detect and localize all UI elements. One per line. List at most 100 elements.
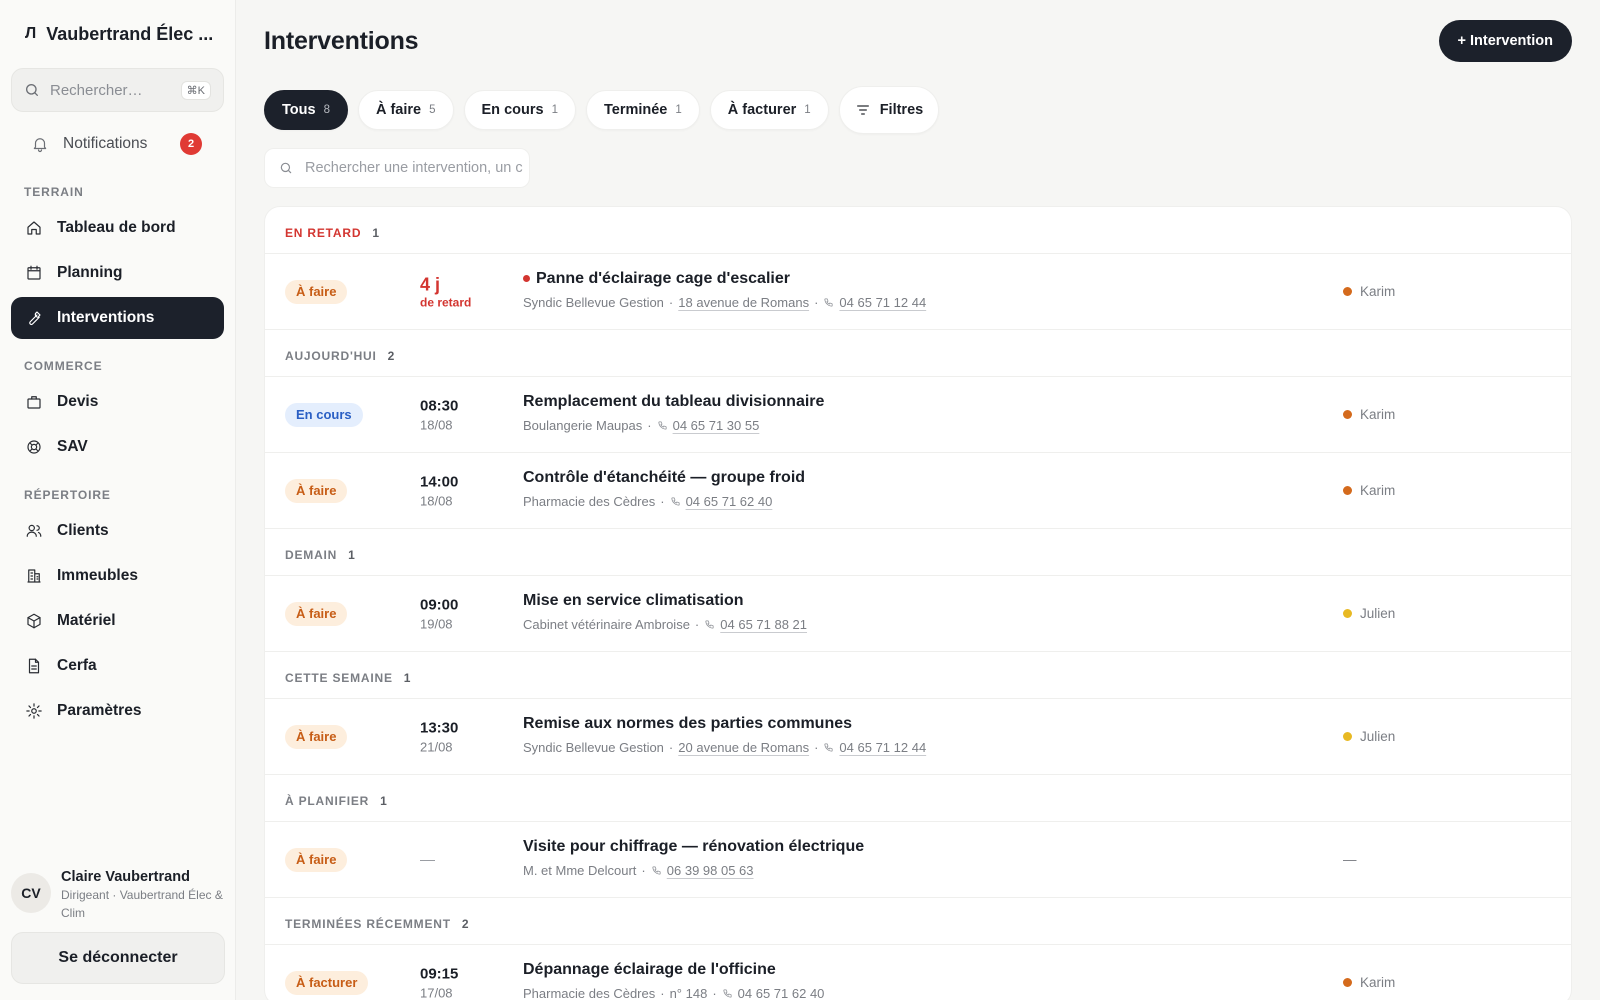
sidebar-item-label: Paramètres bbox=[57, 702, 142, 719]
box-icon bbox=[25, 612, 43, 630]
sidebar-item-materiel[interactable]: Matériel bbox=[11, 600, 224, 642]
phone-link[interactable]: 04 65 71 12 44 bbox=[839, 740, 926, 755]
technician-name: — bbox=[1343, 852, 1357, 867]
time: 13:30 bbox=[420, 719, 459, 736]
technician: — bbox=[1343, 852, 1357, 867]
sidebar-item-planning[interactable]: Planning bbox=[11, 252, 224, 294]
sidebar-search-placeholder: Rechercher… bbox=[50, 81, 143, 99]
brand[interactable]: Л Vaubertrand Élec ... bbox=[11, 0, 224, 68]
sidebar-item-devis[interactable]: Devis bbox=[11, 381, 224, 423]
bell-icon bbox=[31, 135, 49, 153]
phone-link[interactable]: 04 65 71 62 40 bbox=[686, 494, 773, 509]
filters-button[interactable]: Filtres bbox=[838, 86, 940, 134]
time: 09:15 bbox=[420, 965, 459, 982]
sidebar-search-input[interactable]: Rechercher… ⌘K bbox=[11, 68, 224, 112]
phone-icon bbox=[651, 865, 662, 876]
intervention-row[interactable]: À faire 13:30 21/08 Remise aux normes de… bbox=[265, 699, 1571, 775]
technician-dot bbox=[1343, 732, 1352, 741]
group-header-recently-done: TERMINÉES RÉCEMMENT 2 bbox=[265, 898, 1571, 945]
sidebar-item-interventions[interactable]: Interventions bbox=[11, 297, 224, 339]
sidebar-item-clients[interactable]: Clients bbox=[11, 510, 224, 552]
group-label: À PLANIFIER bbox=[285, 794, 370, 808]
topbar: Interventions + Intervention bbox=[264, 0, 1572, 82]
schedule: — bbox=[420, 851, 435, 868]
phone-link[interactable]: 04 65 71 12 44 bbox=[839, 295, 926, 310]
intervention-info: Visite pour chiffrage — rénovation élect… bbox=[523, 838, 864, 878]
intervention-row[interactable]: En cours 08:30 18/08 Remplacement du tab… bbox=[265, 377, 1571, 453]
sidebar-item-label: Interventions bbox=[57, 309, 155, 326]
technician: Karim bbox=[1343, 407, 1395, 422]
delay-label: de retard bbox=[420, 295, 472, 309]
tab-a-faire[interactable]: À faire 5 bbox=[357, 90, 454, 130]
group-header-this-week: CETTE SEMAINE 1 bbox=[265, 652, 1571, 699]
intervention-row[interactable]: À faire 09:00 19/08 Mise en service clim… bbox=[265, 576, 1571, 652]
intervention-info: Remplacement du tableau divisionnaire Bo… bbox=[523, 393, 824, 433]
status-badge: En cours bbox=[285, 402, 363, 427]
intervention-info: Remise aux normes des parties communes S… bbox=[523, 715, 926, 755]
sidebar-item-dashboard[interactable]: Tableau de bord bbox=[11, 207, 224, 249]
new-intervention-button[interactable]: + Intervention bbox=[1438, 20, 1572, 62]
sidebar-item-label: Clients bbox=[57, 522, 109, 539]
sidebar-item-cerfa[interactable]: Cerfa bbox=[11, 645, 224, 687]
client-name: M. et Mme Delcourt bbox=[523, 862, 637, 878]
technician-dot bbox=[1343, 486, 1352, 495]
sidebar-item-sav[interactable]: SAV bbox=[11, 426, 224, 468]
address-link[interactable]: n° 148 bbox=[670, 986, 708, 1000]
separator: · bbox=[660, 493, 665, 509]
schedule: 14:00 18/08 bbox=[420, 473, 458, 508]
client-name: Syndic Bellevue Gestion bbox=[523, 739, 664, 755]
technician: Julien bbox=[1343, 729, 1395, 744]
delay-days: 4 j bbox=[420, 274, 441, 294]
tab-a-facturer[interactable]: À facturer 1 bbox=[709, 90, 829, 130]
sidebar-item-label: Notifications bbox=[63, 135, 148, 152]
time: 09:00 bbox=[420, 596, 459, 613]
tab-count: 1 bbox=[551, 104, 558, 116]
separator: · bbox=[694, 616, 700, 632]
tab-en-cours[interactable]: En cours 1 bbox=[463, 90, 576, 130]
sidebar-item-parametres[interactable]: Paramètres bbox=[11, 690, 224, 732]
client-name: Pharmacie des Cèdres bbox=[523, 493, 656, 509]
intervention-meta: Syndic Bellevue Gestion · 18 avenue de Ro… bbox=[523, 295, 926, 310]
user-card[interactable]: CV Claire Vaubertrand Dirigeant · Vauber… bbox=[11, 869, 225, 922]
intervention-row[interactable]: À faire — Visite pour chiffrage — rénova… bbox=[265, 822, 1571, 898]
technician-dot bbox=[1343, 609, 1352, 618]
technician: Karim bbox=[1343, 483, 1395, 498]
home-icon bbox=[25, 219, 43, 237]
intervention-search-input[interactable]: Rechercher une intervention, un c bbox=[264, 148, 530, 188]
intervention-meta: Pharmacie des Cèdres · n° 148 · 04 65 71 6… bbox=[523, 986, 824, 1000]
date: 21/08 bbox=[420, 739, 453, 754]
client-name: Cabinet vétérinaire Ambroise bbox=[523, 616, 690, 632]
separator: · bbox=[814, 739, 819, 755]
logout-button[interactable]: Se déconnecter bbox=[11, 932, 225, 984]
phone-link[interactable]: 06 39 98 05 63 bbox=[667, 863, 754, 878]
building-icon bbox=[25, 567, 43, 585]
intervention-row[interactable]: À facturer 09:15 17/08 Dépannage éclaira… bbox=[265, 945, 1571, 1000]
schedule: 08:30 18/08 bbox=[420, 397, 458, 432]
calendar-icon bbox=[25, 264, 43, 282]
group-count: 2 bbox=[461, 917, 469, 931]
phone-link[interactable]: 04 65 71 88 21 bbox=[720, 617, 807, 632]
intervention-info: Panne d'éclairage cage d'escalier Syndic… bbox=[523, 270, 926, 310]
intervention-row[interactable]: À faire 4 j de retard Panne d'éclairage … bbox=[265, 254, 1571, 330]
group-count: 1 bbox=[372, 226, 379, 240]
address-link[interactable]: 18 avenue de Romans bbox=[678, 295, 809, 310]
date: 18/08 bbox=[420, 417, 453, 432]
phone-link[interactable]: 04 65 71 30 55 bbox=[673, 418, 760, 433]
technician-name: Karim bbox=[1360, 483, 1396, 498]
group-label: EN RETARD bbox=[285, 226, 362, 240]
address-link[interactable]: 20 avenue de Romans bbox=[678, 740, 809, 755]
separator: · bbox=[712, 985, 717, 1000]
separator: · bbox=[660, 985, 665, 1000]
intervention-row[interactable]: À faire 14:00 18/08 Contrôle d'étanchéit… bbox=[265, 453, 1571, 529]
search-icon bbox=[24, 82, 40, 98]
intervention-title: Mise en service climatisation bbox=[523, 591, 744, 609]
tab-label: Tous bbox=[282, 102, 316, 118]
intervention-meta: Pharmacie des Cèdres · 04 65 71 62 40 bbox=[523, 494, 805, 509]
phone-link[interactable]: 04 65 71 62 40 bbox=[738, 986, 825, 1000]
sidebar-item-notifications[interactable]: Notifications 2 bbox=[11, 123, 224, 165]
tab-tous[interactable]: Tous 8 bbox=[264, 90, 348, 130]
tab-terminee[interactable]: Terminée 1 bbox=[585, 90, 700, 130]
sidebar-item-immeubles[interactable]: Immeubles bbox=[11, 555, 224, 597]
schedule: 09:15 17/08 bbox=[420, 965, 458, 1000]
client-name: Syndic Bellevue Gestion bbox=[523, 294, 664, 310]
